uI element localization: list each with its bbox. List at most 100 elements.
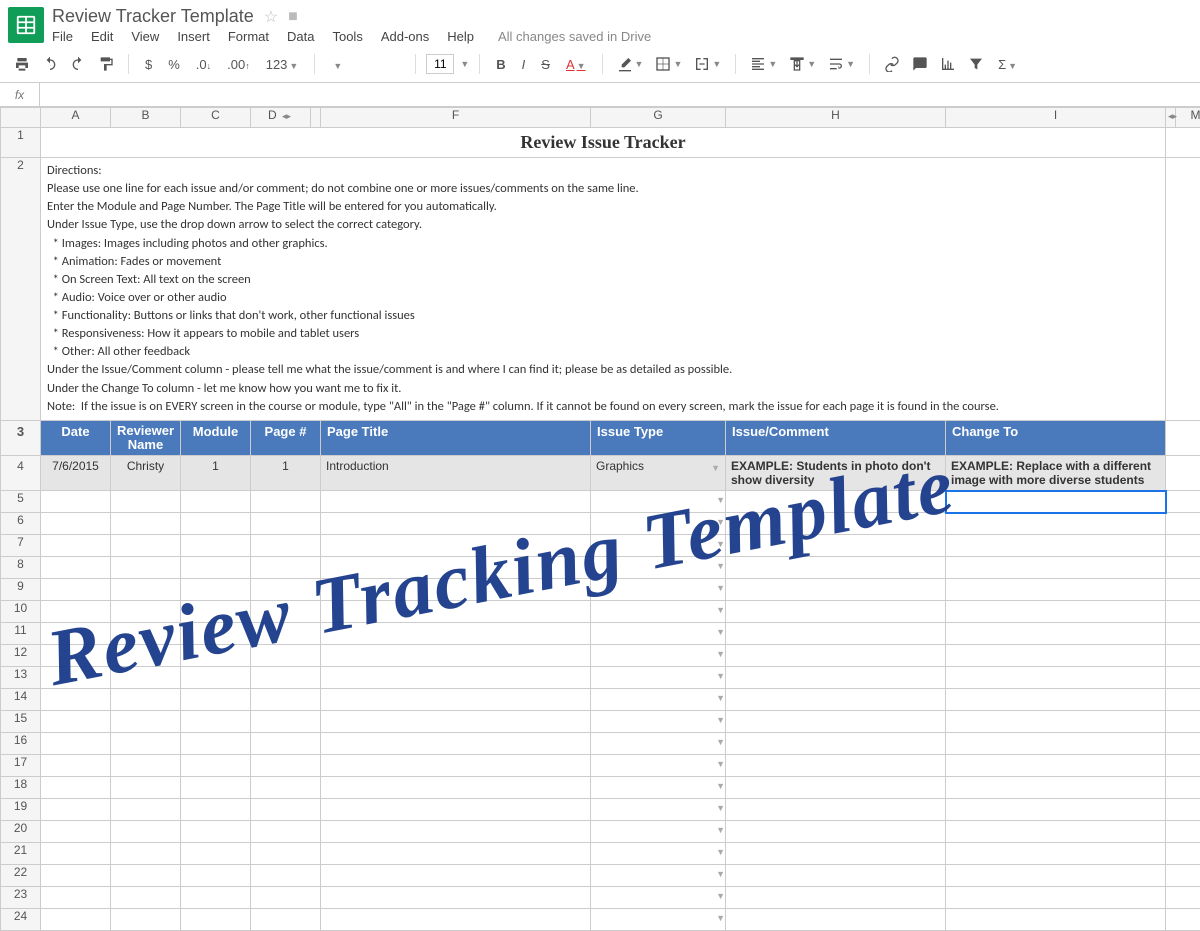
dropdown-icon[interactable]: ▼ [716, 671, 725, 681]
directions-cell[interactable]: Directions: Please use one line for each… [41, 158, 1166, 421]
sheet-title-cell[interactable]: Review Issue Tracker [41, 128, 1166, 158]
dropdown-icon[interactable]: ▼ [716, 891, 725, 901]
hdr-issue-type[interactable]: Issue Type [591, 420, 726, 456]
cell-module[interactable]: 1 [181, 456, 251, 491]
cell-date[interactable]: 7/6/2015 [41, 456, 111, 491]
dropdown-icon[interactable]: ▼ [716, 715, 725, 725]
folder-icon[interactable]: ■ [288, 8, 298, 26]
row-header[interactable]: 5 [1, 491, 41, 513]
menu-help[interactable]: Help [447, 29, 474, 44]
vertical-align-icon[interactable]: ▼ [785, 52, 820, 76]
hdr-change-to[interactable]: Change To [946, 420, 1166, 456]
cell-page[interactable]: 1 [251, 456, 321, 491]
hdr-page-title[interactable]: Page Title [321, 420, 591, 456]
hdr-reviewer[interactable]: Reviewer Name [111, 420, 181, 456]
comment-icon[interactable] [908, 52, 932, 76]
menu-tools[interactable]: Tools [332, 29, 362, 44]
hdr-page[interactable]: Page # [251, 420, 321, 456]
functions-button[interactable]: Σ▼ [992, 57, 1023, 72]
hdr-issue-comment[interactable]: Issue/Comment [726, 420, 946, 456]
cell-issue-comment[interactable]: EXAMPLE: Students in photo don't show di… [726, 456, 946, 491]
chart-icon[interactable] [936, 52, 960, 76]
formula-input[interactable] [40, 83, 1200, 106]
col-header-hidden-l[interactable]: ◂▸ [1166, 108, 1176, 128]
decrease-decimal-button[interactable]: .0↓ [190, 57, 217, 72]
hdr-date[interactable]: Date [41, 420, 111, 456]
col-header-f[interactable]: F [321, 108, 591, 128]
star-icon[interactable]: ☆ [264, 7, 278, 27]
menu-edit[interactable]: Edit [91, 29, 113, 44]
cell-issue-type[interactable]: Graphics▼ [591, 456, 726, 491]
col-header-m[interactable]: M [1176, 108, 1200, 128]
menu-file[interactable]: File [52, 29, 73, 44]
dropdown-icon[interactable]: ▼ [716, 539, 725, 549]
col-header-g[interactable]: G [591, 108, 726, 128]
borders-icon[interactable]: ▼ [651, 52, 686, 76]
dropdown-icon[interactable]: ▼ [716, 847, 725, 857]
col-header-c[interactable]: C [181, 108, 251, 128]
dropdown-icon[interactable]: ▼ [716, 803, 725, 813]
redo-icon[interactable] [66, 52, 90, 76]
menu-format[interactable]: Format [228, 29, 269, 44]
row-header[interactable]: 1 [1, 128, 41, 158]
select-all-corner[interactable] [1, 108, 41, 128]
menu-view[interactable]: View [131, 29, 159, 44]
link-icon[interactable] [880, 52, 904, 76]
menu-insert[interactable]: Insert [177, 29, 210, 44]
dropdown-icon[interactable]: ▼ [716, 869, 725, 879]
cell-page-title[interactable]: Introduction [321, 456, 591, 491]
menu-data[interactable]: Data [287, 29, 314, 44]
col-header-hidden-e[interactable] [311, 108, 321, 128]
bold-button[interactable]: B [490, 57, 511, 72]
sheets-app-icon[interactable] [8, 7, 44, 43]
dropdown-icon[interactable]: ▼ [716, 737, 725, 747]
text-color-button[interactable]: A▼ [560, 57, 592, 72]
dropdown-icon[interactable]: ▼ [716, 913, 725, 923]
font-size-input[interactable] [426, 54, 454, 74]
col-header-h[interactable]: H [726, 108, 946, 128]
row-header[interactable]: 2 [1, 158, 41, 421]
selected-cell[interactable] [946, 491, 1166, 513]
strikethrough-button[interactable]: S [535, 57, 556, 72]
row-header[interactable]: 4 [1, 456, 41, 491]
text-wrap-icon[interactable]: ▼ [824, 52, 859, 76]
merge-cells-icon[interactable]: ▼ [690, 52, 725, 76]
menu-addons[interactable]: Add-ons [381, 29, 429, 44]
dropdown-icon[interactable]: ▼ [716, 583, 725, 593]
dropdown-icon[interactable]: ▼ [716, 693, 725, 703]
col-header-d[interactable]: D ◂▸ [251, 108, 311, 128]
formula-bar: fx [0, 83, 1200, 107]
italic-button[interactable]: I [516, 57, 532, 72]
percent-button[interactable]: % [162, 57, 186, 72]
col-header-i[interactable]: I [946, 108, 1166, 128]
dropdown-icon[interactable]: ▼ [716, 781, 725, 791]
dropdown-icon[interactable]: ▼ [716, 561, 725, 571]
row-header[interactable]: 3 [1, 420, 41, 456]
row-18: 18▼ [1, 777, 1200, 799]
dropdown-icon[interactable]: ▼ [716, 627, 725, 637]
font-family-select[interactable]: ▼ [325, 57, 405, 72]
undo-icon[interactable] [38, 52, 62, 76]
col-header-a[interactable]: A [41, 108, 111, 128]
document-title[interactable]: Review Tracker Template [52, 6, 254, 27]
cell-issue-type[interactable]: ▼ [591, 491, 726, 513]
number-format-button[interactable]: 123▼ [260, 57, 305, 72]
dropdown-icon[interactable]: ▼ [716, 517, 725, 527]
dropdown-icon[interactable]: ▼ [716, 495, 725, 505]
currency-button[interactable]: $ [139, 57, 158, 72]
dropdown-icon[interactable]: ▼ [716, 759, 725, 769]
dropdown-icon[interactable]: ▼ [711, 463, 720, 473]
paint-format-icon[interactable] [94, 52, 118, 76]
cell-change-to[interactable]: EXAMPLE: Replace with a different image … [946, 456, 1166, 491]
dropdown-icon[interactable]: ▼ [716, 649, 725, 659]
menubar: File Edit View Insert Format Data Tools … [52, 29, 651, 44]
hdr-module[interactable]: Module [181, 420, 251, 456]
increase-decimal-button[interactable]: .00↑ [221, 57, 256, 72]
cell-reviewer[interactable]: Christy [111, 456, 181, 491]
filter-icon[interactable] [964, 52, 988, 76]
col-header-b[interactable]: B [111, 108, 181, 128]
fill-color-icon[interactable]: ▼ [613, 52, 648, 76]
dropdown-icon[interactable]: ▼ [716, 605, 725, 615]
print-icon[interactable] [10, 52, 34, 76]
horizontal-align-icon[interactable]: ▼ [746, 52, 781, 76]
